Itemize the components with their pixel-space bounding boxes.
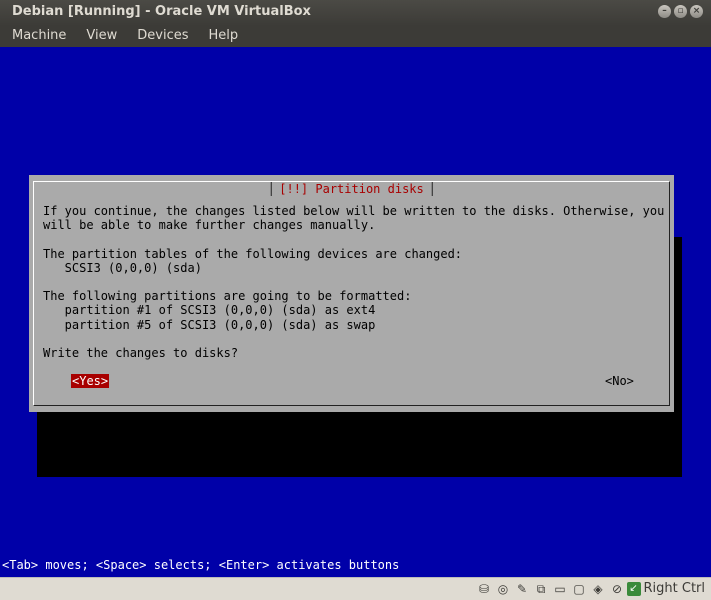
hard-disk-icon[interactable]: ⛁	[476, 581, 492, 597]
menu-view[interactable]: View	[74, 26, 125, 47]
capture-icon[interactable]: ◈	[590, 581, 606, 597]
help-line: <Tab> moves; <Space> selects; <Enter> ac…	[2, 558, 400, 572]
window-controls: – ▫ ×	[658, 5, 703, 18]
menu-bar: Machine View Devices Help	[0, 26, 711, 47]
status-icons: ⛁ ◎ ✎ ⧉ ▭ ▢ ◈ ⊘	[476, 581, 625, 597]
yes-button[interactable]: <Yes>	[71, 374, 110, 388]
partition-dialog: [!!] Partition disks If you continue, th…	[29, 175, 674, 412]
menu-machine[interactable]: Machine	[0, 26, 74, 47]
vm-display[interactable]: [!!] Partition disks If you continue, th…	[0, 47, 711, 577]
host-key-icon: ↙	[626, 581, 641, 596]
usb-icon[interactable]: ✎	[514, 581, 530, 597]
menu-devices[interactable]: Devices	[125, 26, 196, 47]
host-key-indicator[interactable]: ↙ Right Ctrl	[626, 581, 706, 596]
mouse-integration-icon[interactable]: ⊘	[609, 581, 625, 597]
host-key-label: Right Ctrl	[643, 581, 706, 596]
status-bar: ⛁ ◎ ✎ ⧉ ▭ ▢ ◈ ⊘ ↙ Right Ctrl	[0, 577, 711, 600]
maximize-button[interactable]: ▫	[674, 5, 687, 18]
dialog-title: [!!] Partition disks	[270, 182, 433, 196]
no-button[interactable]: <No>	[605, 374, 634, 388]
window-title: Debian [Running] - Oracle VM VirtualBox	[12, 4, 311, 19]
shared-folder-icon[interactable]: ▭	[552, 581, 568, 597]
menu-help[interactable]: Help	[197, 26, 247, 47]
dialog-body: If you continue, the changes listed belo…	[43, 204, 665, 361]
optical-drive-icon[interactable]: ◎	[495, 581, 511, 597]
network-icon[interactable]: ⧉	[533, 581, 549, 597]
close-button[interactable]: ×	[690, 5, 703, 18]
display-icon[interactable]: ▢	[571, 581, 587, 597]
minimize-button[interactable]: –	[658, 5, 671, 18]
window-titlebar[interactable]: Debian [Running] - Oracle VM VirtualBox …	[0, 0, 711, 26]
